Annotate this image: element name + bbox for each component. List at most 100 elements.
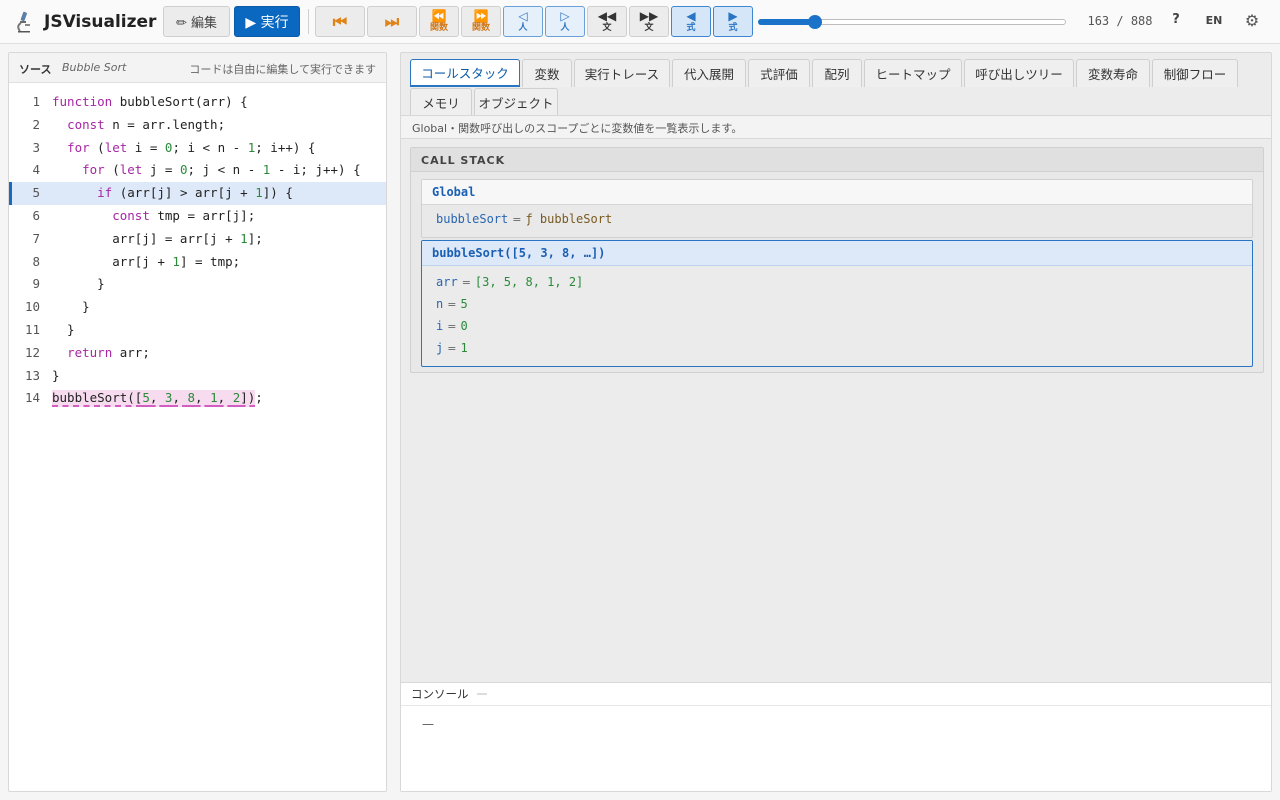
code-line[interactable]: 14 bubbleSort([5, 3, 8, 1, 2]); (9, 387, 386, 410)
tab-execution-trace[interactable]: 実行トレース (574, 59, 670, 87)
tab-assignment-expansion[interactable]: 代入展開 (672, 59, 746, 87)
code-token: ; i++) { (255, 139, 316, 155)
code-line[interactable]: 7 arr[j] = arr[j + 1]; (9, 228, 386, 251)
variable-value: [3, 5, 8, 1, 2] (474, 275, 584, 289)
code-token: arr[j + (52, 253, 173, 269)
code-line[interactable]: 3 for (let i = 0; i < n - 1; i++) { (9, 137, 386, 160)
code-line[interactable]: 12 return arr; (9, 342, 386, 365)
code-token: arr; (112, 344, 150, 360)
jump-end-button[interactable]: ⏭ (367, 6, 417, 37)
console-count-badge (476, 693, 487, 695)
code-token: 0 (179, 162, 188, 178)
visualizer-panel: コールスタック 変数 実行トレース 代入展開 式評価 配列 ヒートマップ 呼び出… (400, 52, 1272, 792)
stack-frame-bubblesort[interactable]: bubbleSort([5, 3, 8, …]) arr = [3, 5, 8, 1… (421, 240, 1253, 367)
code-text: function bubbleSort(arr) { (52, 94, 248, 109)
equals-sign: = (447, 298, 457, 311)
step-counter: 163 / 888 (1087, 14, 1153, 28)
prev-expression-label: 式 (686, 23, 696, 33)
prev-function-icon: ⏪ (431, 9, 447, 23)
code-editor[interactable]: 1 function bubbleSort(arr) {2 const n = a… (9, 91, 386, 410)
help-button[interactable]: ? (1166, 12, 1186, 27)
prev-statement-icon: ◀◀ (597, 9, 617, 23)
code-line[interactable]: 2 const n = arr.length; (9, 114, 386, 137)
code-line[interactable]: 1 function bubbleSort(arr) { (9, 91, 386, 114)
prev-function-button[interactable]: ⏪ 関数 (419, 6, 459, 37)
gear-icon[interactable]: ⚙ (1242, 11, 1262, 30)
jump-start-button[interactable]: ⏮ (315, 6, 365, 37)
code-text: } (52, 368, 60, 383)
tab-variable-lifetime[interactable]: 変数寿命 (1076, 59, 1150, 87)
next-expression-button[interactable]: ▶ 式 (713, 6, 753, 37)
code-token: } (52, 299, 90, 315)
code-line[interactable]: 5 if (arr[j] > arr[j + 1]) { (9, 182, 386, 205)
prev-expression-icon: ◀ (686, 9, 696, 23)
source-hint: コードは自由に編集して実行できます (189, 63, 376, 76)
code-line[interactable]: 13} (9, 365, 386, 388)
code-token: if (97, 185, 113, 201)
variable-name: i (436, 319, 444, 333)
next-expression-icon: ▶ (728, 9, 738, 23)
stack-frame-global[interactable]: Global bubbleSort = ƒ bubbleSort (421, 179, 1253, 238)
line-number: 5 (32, 185, 40, 201)
code-token: ]) (240, 390, 256, 408)
code-token: , (172, 390, 188, 408)
code-line[interactable]: 10 } (9, 296, 386, 319)
edit-button[interactable]: ✏ 編集 (163, 6, 230, 37)
equals-sign: = (447, 320, 457, 333)
code-text: for (let i = 0; i < n - 1; i++) { (52, 140, 315, 155)
code-text: } (52, 299, 90, 314)
next-statement-button[interactable]: ▶▶ 文 (629, 6, 669, 37)
line-number: 11 (24, 321, 40, 337)
variable-name: arr (436, 275, 458, 289)
variable-name: j (436, 341, 444, 355)
step-forward-human-icon: ▷ (560, 9, 570, 23)
toolbar: JSVisualizer ✏ 編集 ▶ 実行 ⏮ ⏭ ⏪ 関数 ⏩ 関数 ◁ 人… (0, 0, 1280, 44)
equals-sign: = (512, 213, 522, 226)
variable-value: 0 (460, 319, 468, 333)
code-token: ]; (247, 230, 263, 246)
code-line[interactable]: 9 } (9, 273, 386, 296)
prev-statement-button[interactable]: ◀◀ 文 (587, 6, 627, 37)
tab-call-tree[interactable]: 呼び出しツリー (964, 59, 1074, 87)
source-panel: ソース Bubble Sort コードは自由に編集して実行できます 1 funct… (8, 52, 387, 792)
language-toggle[interactable]: EN (1200, 14, 1228, 27)
code-token: , (217, 390, 233, 408)
code-line[interactable]: 4 for (let j = 0; j < n - 1 - i; j++) { (9, 159, 386, 182)
source-title: ソース (19, 63, 52, 76)
run-button[interactable]: ▶ 実行 (234, 6, 300, 37)
frame-variable: arr = [3, 5, 8, 1, 2] (422, 271, 1252, 293)
step-forward-human-button[interactable]: ▷ 人 (545, 6, 585, 37)
tab-array[interactable]: 配列 (812, 59, 862, 87)
line-number: 7 (32, 230, 40, 246)
variable-value: 1 (460, 341, 468, 355)
tab-call-stack[interactable]: コールスタック (410, 59, 520, 87)
tab-heatmap[interactable]: ヒートマップ (864, 59, 962, 87)
tab-variables[interactable]: 変数 (522, 59, 572, 87)
source-header: ソース Bubble Sort コードは自由に編集して実行できます (9, 53, 386, 83)
frame-variable: j = 1 (422, 337, 1252, 359)
slider-thumb[interactable] (807, 15, 822, 29)
step-back-human-button[interactable]: ◁ 人 (503, 6, 543, 37)
code-line[interactable]: 11 } (9, 319, 386, 342)
slider-fill (758, 19, 815, 25)
tab-control-flow[interactable]: 制御フロー (1152, 59, 1238, 87)
code-token: 1 (255, 185, 263, 201)
next-function-label: 関数 (471, 23, 490, 33)
code-token: arr[j] = arr[j + (52, 230, 241, 246)
tab-memory[interactable]: メモリ (410, 88, 472, 116)
code-token: ; j < n - (187, 162, 263, 178)
code-token: bubbleSort([ (52, 390, 143, 408)
step-slider[interactable] (758, 15, 1066, 29)
code-text: arr[j + 1] = tmp; (52, 254, 240, 269)
code-line[interactable]: 8 arr[j + 1] = tmp; (9, 251, 386, 274)
tab-object[interactable]: オブジェクト (474, 88, 558, 116)
prev-expression-button[interactable]: ◀ 式 (671, 6, 711, 37)
app-logo: JSVisualizer (12, 9, 156, 35)
next-function-button[interactable]: ⏩ 関数 (461, 6, 501, 37)
code-token: } (52, 367, 60, 383)
code-line[interactable]: 6 const tmp = arr[j]; (9, 205, 386, 228)
tab-expression-eval[interactable]: 式評価 (748, 59, 810, 87)
code-token: 5 (142, 390, 150, 408)
